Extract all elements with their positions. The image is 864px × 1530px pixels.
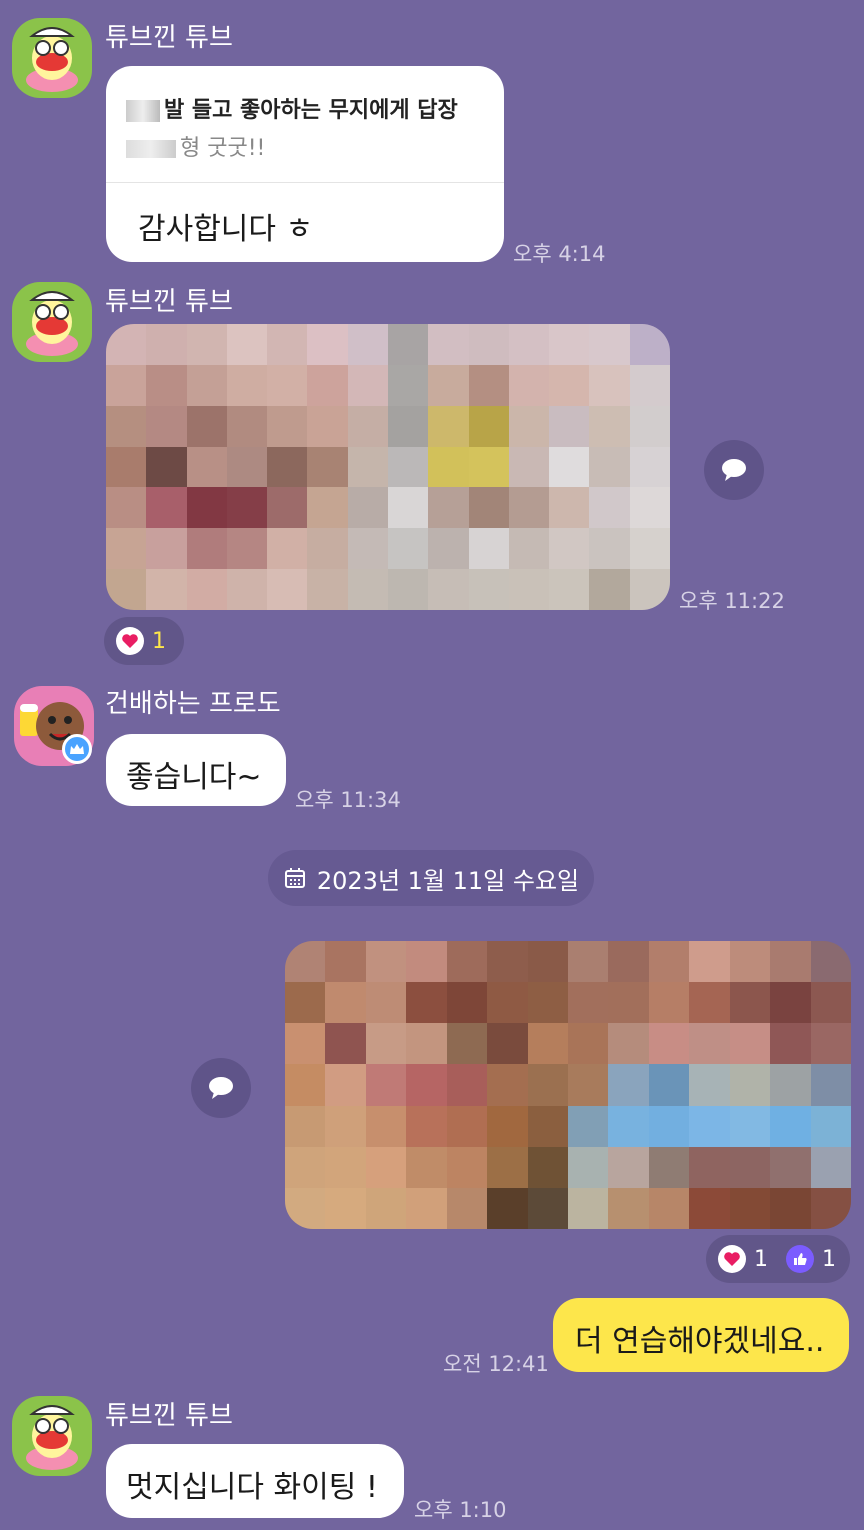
share-button[interactable]: [704, 440, 764, 500]
share-button[interactable]: [191, 1058, 251, 1118]
message-text: 더 연습해야겠네요..: [575, 1324, 825, 1359]
message-time: 오후 4:14: [513, 242, 606, 266]
reply-title: 발 들고 좋아하는 무지에게 답장: [126, 92, 458, 124]
avatar-tube[interactable]: [12, 282, 92, 362]
heart-icon: [718, 1245, 746, 1273]
photo-mosaic: [106, 324, 670, 610]
sender-name: 튜브낀 튜브: [105, 23, 233, 53]
message-text: 좋습니다~: [126, 760, 262, 795]
message-time: 오후 11:34: [295, 788, 401, 812]
calendar-icon: [284, 868, 305, 888]
reply-divider: [106, 182, 504, 183]
reply-message-bubble[interactable]: 발 들고 좋아하는 무지에게 답장 형 굿굿!! 감사합니다 ㅎ: [106, 66, 504, 262]
crown-badge: [62, 734, 92, 764]
reply-quote: 형 굿굿!!: [126, 130, 265, 162]
crown-badge-icon: [70, 744, 84, 754]
date-divider: 2023년 1월 11일 수요일: [268, 850, 594, 906]
reaction-pill[interactable]: 1 1: [706, 1235, 850, 1283]
tube-character-icon: [26, 27, 78, 92]
tube-character-icon: [26, 291, 78, 356]
heart-count: 1: [152, 628, 166, 654]
reaction-pill[interactable]: 1: [104, 617, 184, 665]
date-text: 2023년 1월 11일 수요일: [316, 866, 580, 895]
blurred-name: [126, 140, 176, 158]
message-time: 오후 11:22: [679, 589, 785, 613]
message-time: 오전 12:41: [443, 1352, 549, 1376]
pixelated-photo[interactable]: [285, 941, 851, 1229]
sender-name: 건배하는 프로도: [105, 689, 281, 719]
like-count: 1: [822, 1246, 836, 1272]
my-message-bubble[interactable]: 더 연습해야겠네요..: [553, 1298, 849, 1372]
avatar-tube[interactable]: [12, 18, 92, 98]
tube-character-icon: [26, 1405, 78, 1470]
message-bubble[interactable]: 좋습니다~: [106, 734, 286, 806]
sender-name: 튜브낀 튜브: [105, 1401, 233, 1431]
message-text: 감사합니다 ㅎ: [138, 212, 314, 247]
message-time: 오후 1:10: [414, 1498, 507, 1522]
avatar-tube[interactable]: [12, 1396, 92, 1476]
message-text: 멋지십니다 화이팅 !: [126, 1470, 378, 1505]
pixelated-photo[interactable]: [106, 324, 670, 610]
heart-count: 1: [754, 1246, 768, 1272]
heart-icon: [116, 627, 144, 655]
thumbs-up-icon: [786, 1245, 814, 1273]
photo-mosaic: [285, 941, 851, 1229]
sender-name: 튜브낀 튜브: [105, 287, 233, 317]
blurred-name: [126, 100, 160, 122]
share-icon: [209, 1077, 233, 1099]
message-bubble[interactable]: 멋지십니다 화이팅 !: [106, 1444, 404, 1518]
share-icon: [722, 459, 746, 481]
